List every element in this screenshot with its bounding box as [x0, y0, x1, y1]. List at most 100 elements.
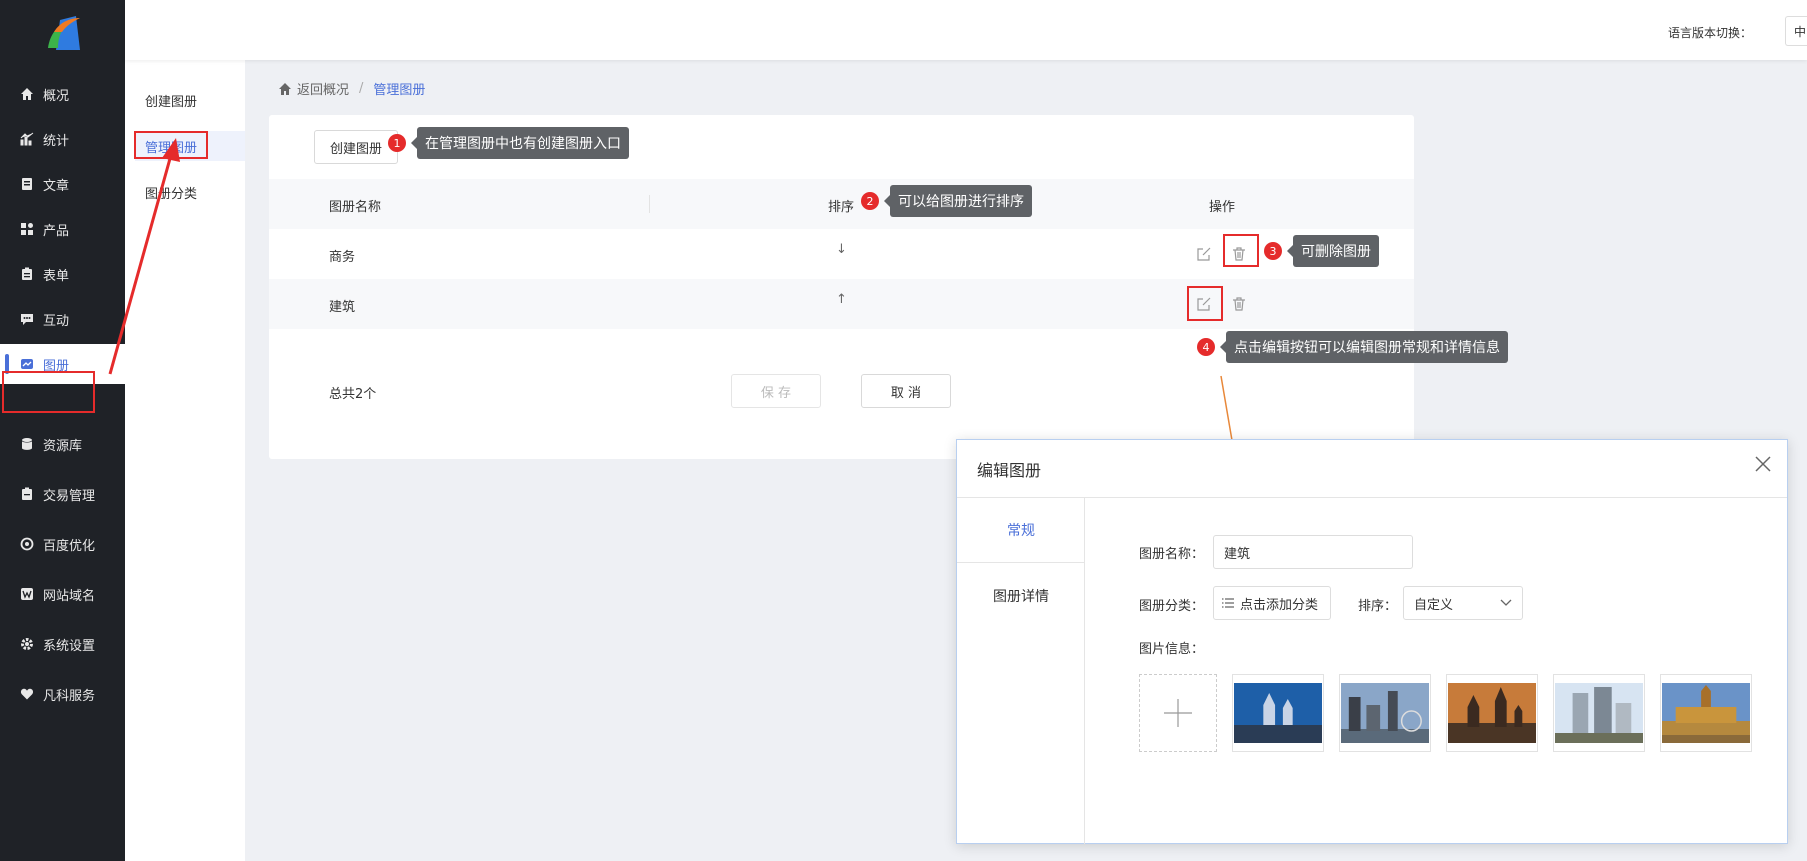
- sidebar-item-label: 表单: [43, 268, 70, 284]
- breadcrumb-back-link[interactable]: 返回概况: [297, 79, 349, 98]
- annotation-tooltip: 可删除图册: [1287, 235, 1379, 267]
- album-image-thumbnail[interactable]: [1232, 674, 1324, 752]
- clipboard-icon: [20, 267, 34, 281]
- sidebar-item-resources[interactable]: 资源库: [0, 424, 125, 464]
- sub-sidebar: 创建图册 管理图册 图册分类: [125, 0, 245, 861]
- table-row: 建筑 ↑: [269, 279, 1414, 329]
- annotation-badge: 2: [861, 192, 879, 210]
- sidebar-item-forms[interactable]: 表单: [0, 254, 125, 294]
- subnav-item-label: 创建图册: [145, 94, 198, 110]
- breadcrumb: 返回概况 / 管理图册: [278, 79, 425, 98]
- sidebar-item-overview[interactable]: 概况: [0, 74, 125, 114]
- annotation-badge: 4: [1197, 338, 1215, 356]
- sidebar-item-services[interactable]: 凡科服务: [0, 674, 125, 714]
- album-name-label: 图册名称：: [1139, 547, 1205, 562]
- gear-icon: [20, 637, 34, 651]
- database-icon: [20, 437, 34, 451]
- order-select-value: 自定义: [1414, 597, 1454, 613]
- album-image-thumbnail[interactable]: [1660, 674, 1752, 752]
- dialog-title: 编辑图册: [977, 461, 1042, 480]
- column-header-order: 排序: [828, 200, 855, 215]
- album-image-thumbnail[interactable]: [1339, 674, 1431, 752]
- sidebar-item-domains[interactable]: 网站域名: [0, 574, 125, 614]
- column-header-name: 图册名称: [329, 200, 382, 215]
- album-name-cell: 建筑: [329, 300, 356, 315]
- cancel-button[interactable]: 取 消: [861, 374, 951, 408]
- heart-icon: [20, 687, 34, 701]
- sort-down-arrow[interactable]: ↓: [836, 242, 847, 257]
- sort-up-arrow[interactable]: ↑: [836, 292, 847, 307]
- album-name-cell: 商务: [329, 250, 356, 265]
- create-album-button[interactable]: 创建图册: [314, 130, 398, 164]
- sidebar-item-statistics[interactable]: 统计: [0, 119, 125, 159]
- annotation-tooltip: 可以给图册进行排序: [884, 185, 1032, 217]
- order-label: 排序：: [1358, 599, 1398, 614]
- chevron-down-icon: [1500, 599, 1512, 607]
- save-button[interactable]: 保 存: [731, 374, 821, 408]
- annotation-tooltip: 点击编辑按钮可以编辑图册常规和详情信息: [1220, 331, 1508, 363]
- top-bar: 语言版本切换： 中: [125, 0, 1807, 60]
- dialog-tabs: 常规 图册详情: [957, 498, 1085, 844]
- sidebar-item-seo[interactable]: 百度优化: [0, 524, 125, 564]
- sidebar-item-transactions[interactable]: 交易管理: [0, 474, 125, 514]
- album-category-label: 图册分类：: [1139, 599, 1205, 614]
- breadcrumb-current: 管理图册: [373, 83, 426, 98]
- close-icon[interactable]: [1753, 454, 1773, 474]
- album-image-thumbnail[interactable]: [1446, 674, 1538, 752]
- image-info-label: 图片信息：: [1139, 642, 1205, 657]
- breadcrumb-separator: /: [359, 81, 364, 96]
- annotation-tooltip: 在管理图册中也有创建图册入口: [411, 127, 629, 159]
- subnav-item-label: 图册分类: [145, 186, 198, 202]
- sidebar-item-label: 统计: [43, 133, 70, 149]
- annotation-badge: 3: [1264, 242, 1282, 260]
- main-sidebar: 概况 统计 文章 产品 表单 互动 图册 资源库 交易管理 百度优化 网站域名: [0, 0, 125, 861]
- w-icon: [20, 587, 34, 601]
- add-category-label: 点击添加分类: [1240, 597, 1319, 613]
- sidebar-item-label: 网站域名: [43, 588, 96, 604]
- plus-icon: [1164, 699, 1192, 727]
- column-header-actions: 操作: [1209, 200, 1236, 215]
- brand-logo: [48, 16, 80, 50]
- delete-icon[interactable]: [1229, 294, 1249, 314]
- edit-album-dialog: 编辑图册 常规 图册详情 图册名称： 建筑 图册分类： 点击添加分类 排序： 自…: [956, 439, 1788, 844]
- highlight-edit-button: [1187, 286, 1223, 321]
- sidebar-item-label: 资源库: [43, 438, 83, 454]
- language-select[interactable]: 中: [1785, 16, 1807, 46]
- target-icon: [20, 537, 34, 551]
- list-icon: [1222, 597, 1234, 609]
- album-icon: [20, 357, 34, 371]
- sidebar-item-label: 系统设置: [43, 638, 96, 654]
- annotation-badge: 1: [388, 134, 406, 152]
- sidebar-item-label: 交易管理: [43, 488, 96, 504]
- chat-icon: [20, 312, 34, 326]
- chart-icon: [20, 132, 34, 146]
- sidebar-item-label: 互动: [43, 313, 70, 329]
- article-icon: [20, 177, 34, 191]
- sidebar-item-interaction[interactable]: 互动: [0, 299, 125, 339]
- home-icon: [20, 87, 34, 101]
- order-select[interactable]: 自定义: [1403, 586, 1523, 620]
- highlight-albums-nav: [2, 371, 95, 413]
- album-image-thumbnail[interactable]: [1553, 674, 1645, 752]
- sidebar-item-products[interactable]: 产品: [0, 209, 125, 249]
- grid-icon: [20, 222, 34, 236]
- home-icon: [278, 82, 292, 96]
- table-header: 图册名称 排序 操作: [269, 179, 1414, 229]
- column-divider: [649, 195, 650, 213]
- sidebar-item-label: 百度优化: [43, 538, 96, 554]
- album-list-card: 创建图册 图册名称 排序 操作 商务 ↓ 建筑 ↑ 总共2个 保 存 取 消: [269, 115, 1414, 459]
- album-name-input[interactable]: 建筑: [1213, 535, 1413, 569]
- tab-general[interactable]: 常规: [957, 498, 1085, 563]
- language-label: 语言版本切换：: [1667, 26, 1752, 40]
- sidebar-item-settings[interactable]: 系统设置: [0, 624, 125, 664]
- sidebar-item-label: 文章: [43, 178, 70, 194]
- add-image-button[interactable]: [1139, 674, 1217, 752]
- tab-album-details[interactable]: 图册详情: [957, 563, 1085, 628]
- edit-icon[interactable]: [1194, 244, 1214, 264]
- highlight-manage-nav: [134, 131, 208, 159]
- add-category-button[interactable]: 点击添加分类: [1213, 586, 1331, 620]
- sidebar-item-label: 概况: [43, 88, 70, 104]
- sidebar-item-label: 产品: [43, 223, 70, 239]
- sidebar-item-articles[interactable]: 文章: [0, 164, 125, 204]
- order-icon: [20, 487, 34, 501]
